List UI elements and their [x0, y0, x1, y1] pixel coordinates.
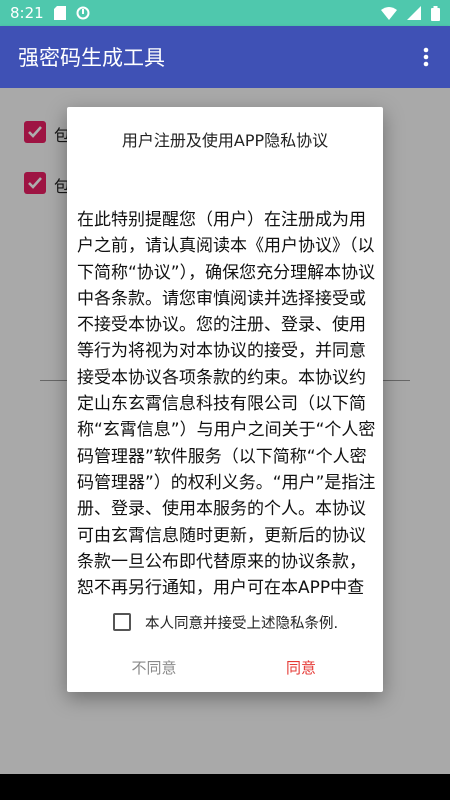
disagree-button[interactable]: 不同意: [117, 657, 191, 681]
status-time: 8:21: [10, 4, 44, 22]
wifi-icon: [381, 6, 397, 20]
status-bar: 8:21: [0, 0, 450, 26]
agree-checkbox[interactable]: [113, 613, 131, 631]
app-bar: 强密码生成工具: [0, 26, 450, 88]
battery-icon: [431, 5, 440, 21]
agree-checkbox-row[interactable]: 本人同意并接受上述隐私条例.: [67, 601, 383, 643]
privacy-dialog: 用户注册及使用APP隐私协议 在此特别提醒您（用户）在注册成为用户之前，请认真阅…: [67, 107, 383, 692]
sync-icon: [76, 6, 90, 20]
dialog-body-text: 在此特别提醒您（用户）在注册成为用户之前，请认真阅读本《用户协议》（以下简称“协…: [77, 210, 376, 599]
dialog-body-scroll[interactable]: 在此特别提醒您（用户）在注册成为用户之前，请认真阅读本《用户协议》（以下简称“协…: [67, 107, 383, 601]
navigation-bar: [0, 774, 450, 800]
signal-icon: [407, 6, 421, 20]
more-vert-icon[interactable]: [416, 43, 436, 71]
app-title: 强密码生成工具: [18, 46, 165, 70]
sd-card-icon: [53, 6, 66, 20]
agree-checkbox-label: 本人同意并接受上述隐私条例.: [145, 615, 339, 632]
dialog-button-row: 不同意 同意: [67, 647, 383, 687]
agree-button[interactable]: 同意: [275, 657, 327, 681]
